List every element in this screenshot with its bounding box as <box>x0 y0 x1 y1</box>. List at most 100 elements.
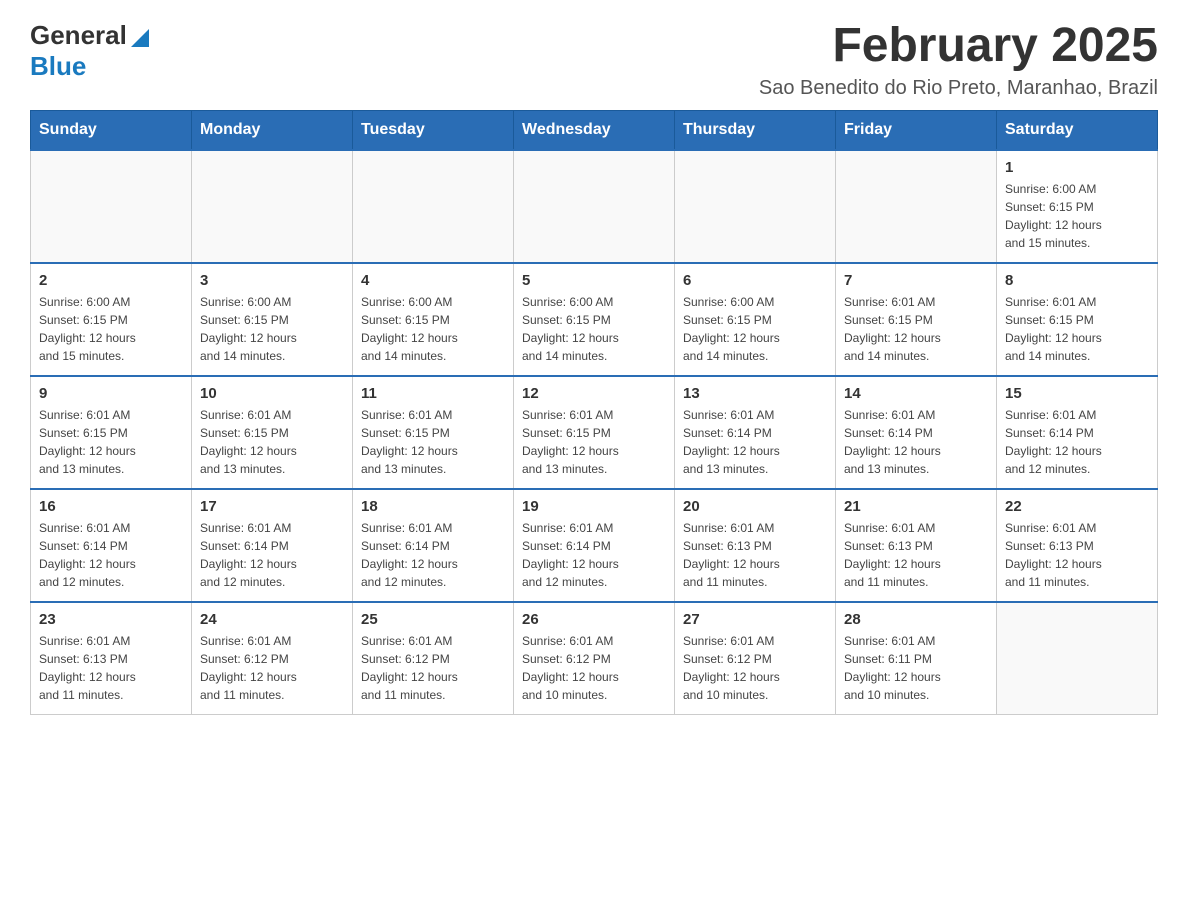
calendar-cell <box>514 150 675 263</box>
calendar-cell <box>192 150 353 263</box>
month-title: February 2025 <box>759 20 1158 73</box>
day-of-week-header: Sunday <box>31 110 192 150</box>
day-number: 12 <box>522 385 666 402</box>
day-detail: Sunrise: 6:01 AMSunset: 6:14 PMDaylight:… <box>683 406 827 478</box>
day-of-week-header: Friday <box>836 110 997 150</box>
day-detail: Sunrise: 6:01 AMSunset: 6:14 PMDaylight:… <box>844 406 988 478</box>
calendar-cell: 4 Sunrise: 6:00 AMSunset: 6:15 PMDaylight… <box>353 263 514 376</box>
logo: General Blue <box>30 20 149 82</box>
calendar-cell: 15Sunrise: 6:01 AMSunset: 6:14 PMDayligh… <box>997 376 1158 489</box>
calendar-cell: 6Sunrise: 6:00 AMSunset: 6:15 PMDaylight… <box>675 263 836 376</box>
day-detail: Sunrise: 6:01 AMSunset: 6:13 PMDaylight:… <box>683 519 827 591</box>
day-number: 2 <box>39 272 183 289</box>
calendar-cell: 8 Sunrise: 6:01 AMSunset: 6:15 PMDaylight… <box>997 263 1158 376</box>
logo-general-text: General <box>30 20 127 51</box>
day-detail: Sunrise: 6:00 AMSunset: 6:15 PMDaylight:… <box>522 293 666 365</box>
day-detail: Sunrise: 6:01 AMSunset: 6:15 PMDaylight:… <box>200 406 344 478</box>
day-number: 8 <box>1005 272 1149 289</box>
day-detail: Sunrise: 6:01 AMSunset: 6:15 PMDaylight:… <box>39 406 183 478</box>
day-number: 20 <box>683 498 827 515</box>
day-detail: Sunrise: 6:01 AMSunset: 6:15 PMDaylight:… <box>522 406 666 478</box>
day-detail: Sunrise: 6:01 AMSunset: 6:14 PMDaylight:… <box>39 519 183 591</box>
logo-blue-text: Blue <box>30 51 86 82</box>
calendar-cell: 26 Sunrise: 6:01 AMSunset: 6:12 PMDayligh… <box>514 602 675 715</box>
day-detail: Sunrise: 6:01 AMSunset: 6:15 PMDaylight:… <box>1005 293 1149 365</box>
day-number: 23 <box>39 611 183 628</box>
calendar-cell: 23Sunrise: 6:01 AMSunset: 6:13 PMDayligh… <box>31 602 192 715</box>
calendar-cell: 11 Sunrise: 6:01 AMSunset: 6:15 PMDayligh… <box>353 376 514 489</box>
calendar-cell: 28Sunrise: 6:01 AMSunset: 6:11 PMDayligh… <box>836 602 997 715</box>
calendar-cell: 1 Sunrise: 6:00 AMSunset: 6:15 PMDaylight… <box>997 150 1158 263</box>
day-detail: Sunrise: 6:01 AMSunset: 6:13 PMDaylight:… <box>844 519 988 591</box>
day-number: 14 <box>844 385 988 402</box>
day-detail: Sunrise: 6:01 AMSunset: 6:12 PMDaylight:… <box>522 632 666 704</box>
day-number: 4 <box>361 272 505 289</box>
day-detail: Sunrise: 6:01 AMSunset: 6:11 PMDaylight:… <box>844 632 988 704</box>
day-number: 11 <box>361 385 505 402</box>
calendar-cell: 27 Sunrise: 6:01 AMSunset: 6:12 PMDayligh… <box>675 602 836 715</box>
day-detail: Sunrise: 6:01 AMSunset: 6:15 PMDaylight:… <box>361 406 505 478</box>
calendar-cell: 18 Sunrise: 6:01 AMSunset: 6:14 PMDayligh… <box>353 489 514 602</box>
day-detail: Sunrise: 6:01 AMSunset: 6:14 PMDaylight:… <box>522 519 666 591</box>
header: General Blue February 2025 Sao Benedito … <box>30 20 1158 100</box>
day-of-week-header: Tuesday <box>353 110 514 150</box>
calendar-cell: 12 Sunrise: 6:01 AMSunset: 6:15 PMDayligh… <box>514 376 675 489</box>
day-number: 25 <box>361 611 505 628</box>
day-number: 24 <box>200 611 344 628</box>
calendar-cell: 17 Sunrise: 6:01 AMSunset: 6:14 PMDayligh… <box>192 489 353 602</box>
calendar-week-row: 9Sunrise: 6:01 AMSunset: 6:15 PMDaylight… <box>31 376 1158 489</box>
calendar-cell <box>675 150 836 263</box>
calendar-cell: 25 Sunrise: 6:01 AMSunset: 6:12 PMDayligh… <box>353 602 514 715</box>
day-number: 27 <box>683 611 827 628</box>
day-detail: Sunrise: 6:01 AMSunset: 6:14 PMDaylight:… <box>200 519 344 591</box>
calendar-week-row: 1 Sunrise: 6:00 AMSunset: 6:15 PMDaylight… <box>31 150 1158 263</box>
calendar-cell <box>31 150 192 263</box>
calendar-cell: 9Sunrise: 6:01 AMSunset: 6:15 PMDaylight… <box>31 376 192 489</box>
calendar-cell: 22 Sunrise: 6:01 AMSunset: 6:13 PMDayligh… <box>997 489 1158 602</box>
day-number: 18 <box>361 498 505 515</box>
calendar-cell: 24 Sunrise: 6:01 AMSunset: 6:12 PMDayligh… <box>192 602 353 715</box>
calendar-cell: 7 Sunrise: 6:01 AMSunset: 6:15 PMDaylight… <box>836 263 997 376</box>
calendar-week-row: 23Sunrise: 6:01 AMSunset: 6:13 PMDayligh… <box>31 602 1158 715</box>
day-detail: Sunrise: 6:01 AMSunset: 6:13 PMDaylight:… <box>1005 519 1149 591</box>
day-number: 15 <box>1005 385 1149 402</box>
day-detail: Sunrise: 6:01 AMSunset: 6:12 PMDaylight:… <box>361 632 505 704</box>
day-number: 26 <box>522 611 666 628</box>
calendar-cell: 19 Sunrise: 6:01 AMSunset: 6:14 PMDayligh… <box>514 489 675 602</box>
day-number: 16 <box>39 498 183 515</box>
calendar-cell: 16 Sunrise: 6:01 AMSunset: 6:14 PMDayligh… <box>31 489 192 602</box>
calendar-cell: 14 Sunrise: 6:01 AMSunset: 6:14 PMDayligh… <box>836 376 997 489</box>
title-area: February 2025 Sao Benedito do Rio Preto,… <box>759 20 1158 100</box>
calendar-cell <box>997 602 1158 715</box>
calendar-cell: 2 Sunrise: 6:00 AMSunset: 6:15 PMDaylight… <box>31 263 192 376</box>
calendar-cell: 10 Sunrise: 6:01 AMSunset: 6:15 PMDayligh… <box>192 376 353 489</box>
day-detail: Sunrise: 6:00 AMSunset: 6:15 PMDaylight:… <box>361 293 505 365</box>
day-of-week-header: Monday <box>192 110 353 150</box>
day-of-week-header: Saturday <box>997 110 1158 150</box>
calendar-week-row: 16 Sunrise: 6:01 AMSunset: 6:14 PMDayligh… <box>31 489 1158 602</box>
day-detail: Sunrise: 6:01 AMSunset: 6:15 PMDaylight:… <box>844 293 988 365</box>
day-detail: Sunrise: 6:01 AMSunset: 6:12 PMDaylight:… <box>200 632 344 704</box>
day-number: 19 <box>522 498 666 515</box>
day-number: 17 <box>200 498 344 515</box>
day-number: 10 <box>200 385 344 402</box>
day-of-week-header: Wednesday <box>514 110 675 150</box>
calendar-cell: 3Sunrise: 6:00 AMSunset: 6:15 PMDaylight… <box>192 263 353 376</box>
calendar-cell: 20 Sunrise: 6:01 AMSunset: 6:13 PMDayligh… <box>675 489 836 602</box>
calendar-header-row: SundayMondayTuesdayWednesdayThursdayFrid… <box>31 110 1158 150</box>
day-number: 1 <box>1005 159 1149 176</box>
calendar-cell: 21 Sunrise: 6:01 AMSunset: 6:13 PMDayligh… <box>836 489 997 602</box>
day-number: 22 <box>1005 498 1149 515</box>
day-number: 7 <box>844 272 988 289</box>
day-number: 21 <box>844 498 988 515</box>
day-detail: Sunrise: 6:00 AMSunset: 6:15 PMDaylight:… <box>200 293 344 365</box>
day-number: 5 <box>522 272 666 289</box>
day-detail: Sunrise: 6:00 AMSunset: 6:15 PMDaylight:… <box>39 293 183 365</box>
day-detail: Sunrise: 6:01 AMSunset: 6:12 PMDaylight:… <box>683 632 827 704</box>
calendar-cell <box>836 150 997 263</box>
day-detail: Sunrise: 6:00 AMSunset: 6:15 PMDaylight:… <box>1005 180 1149 252</box>
calendar-table: SundayMondayTuesdayWednesdayThursdayFrid… <box>30 110 1158 715</box>
logo-triangle-icon <box>129 25 149 47</box>
day-detail: Sunrise: 6:01 AMSunset: 6:14 PMDaylight:… <box>361 519 505 591</box>
calendar-cell <box>353 150 514 263</box>
